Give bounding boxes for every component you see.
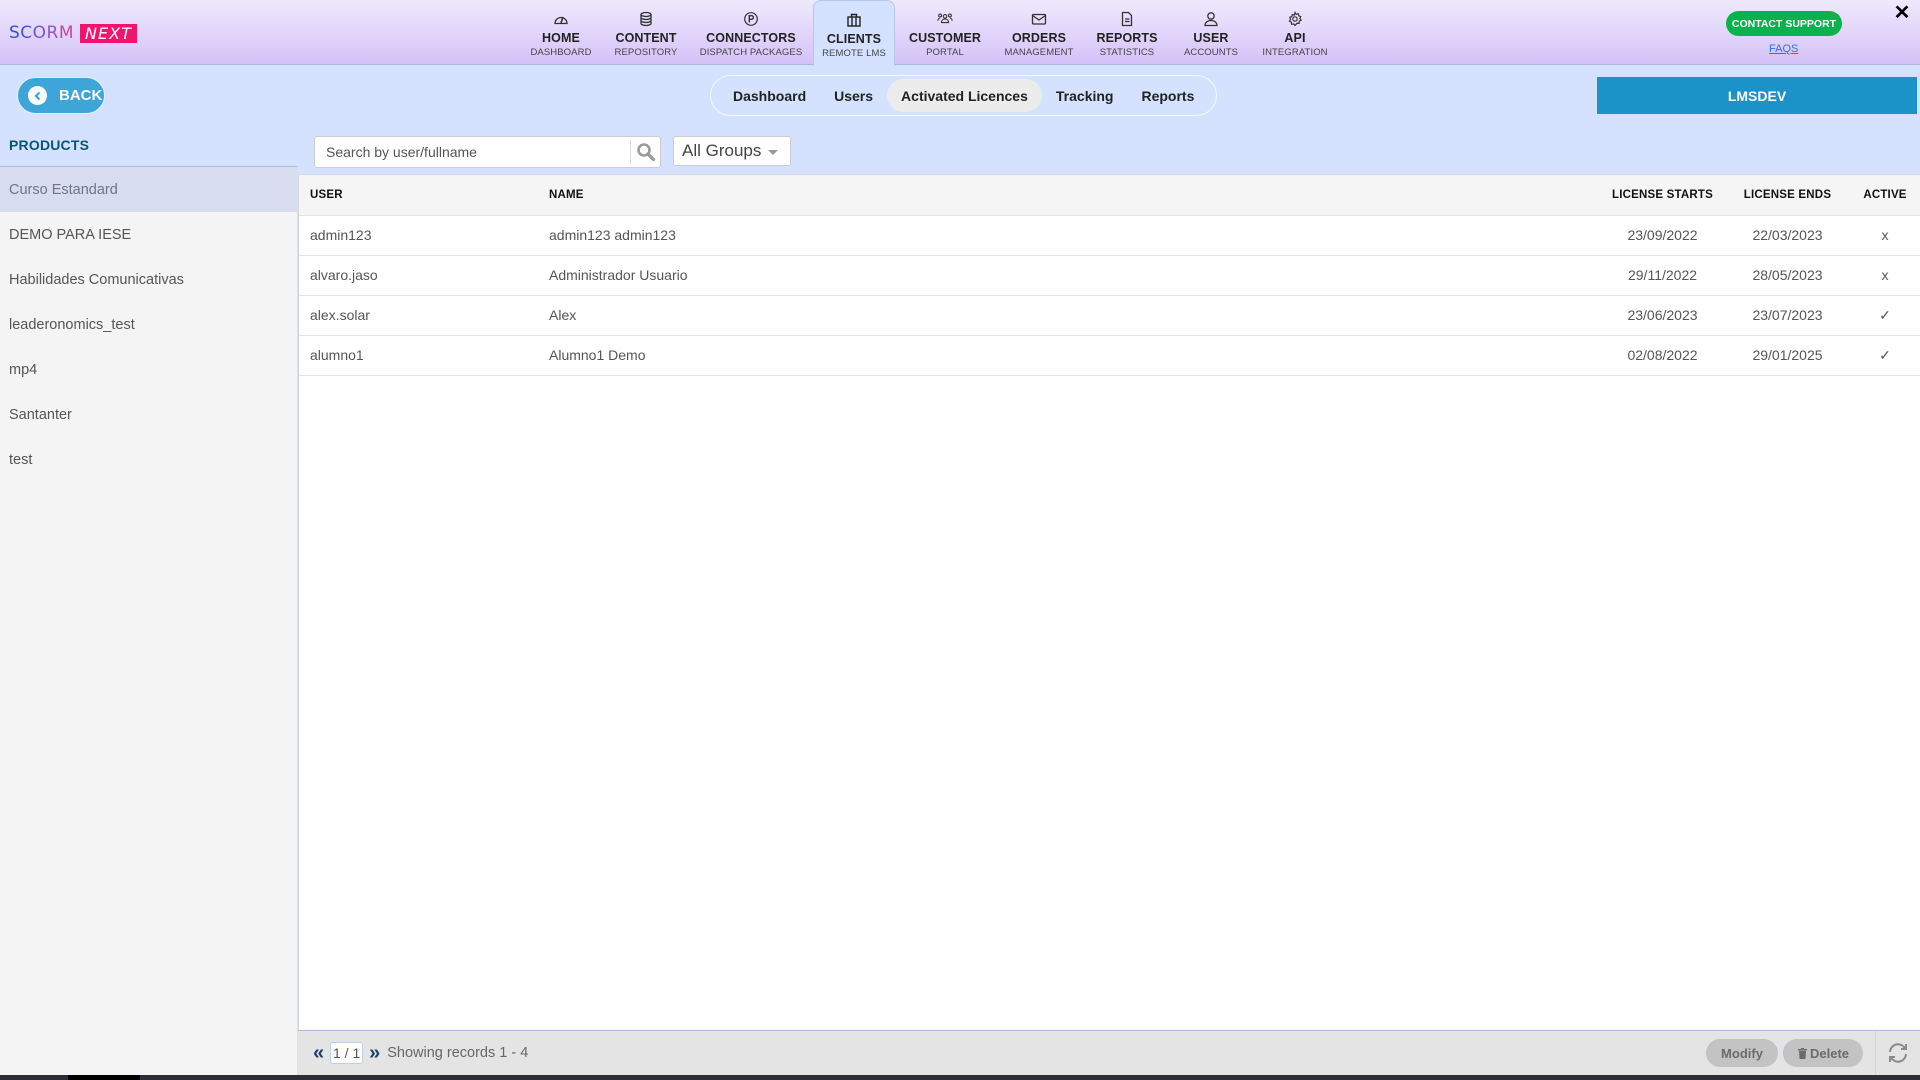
- table-footer: « 1 / 1 » Showing records 1 - 4 Modify D…: [298, 1030, 1920, 1076]
- product-item[interactable]: Habilidades Comunicativas: [0, 257, 297, 302]
- search-input[interactable]: [315, 137, 630, 167]
- user-icon: [1202, 10, 1220, 28]
- briefcase-icon: [845, 11, 863, 29]
- logo-secondary: NEXT: [80, 23, 137, 43]
- cell-license-starts: 23/06/2023: [1600, 295, 1725, 336]
- product-item[interactable]: leaderonomics_test: [0, 302, 297, 347]
- gauge-icon: [552, 10, 570, 28]
- main-nav: HOME DASHBOARD CONTENT REPOSITORY CONNEC…: [519, 0, 1339, 66]
- cell-name: Alumno1 Demo: [549, 335, 1600, 376]
- nav-item-reports[interactable]: REPORTS STATISTICS: [1083, 0, 1171, 65]
- licences-table: USER NAME LICENSE STARTS LICENSE ENDS AC…: [299, 175, 1920, 376]
- cell-name: Alex: [549, 295, 1600, 336]
- modify-button[interactable]: Modify: [1706, 1039, 1778, 1067]
- tab-activated-licences[interactable]: Activated Licences: [887, 79, 1042, 112]
- chevron-left-icon: [28, 86, 47, 105]
- nav-item-clients[interactable]: CLIENTS REMOTE LMS: [813, 0, 895, 66]
- product-item[interactable]: Santanter: [0, 392, 297, 437]
- group-filter-value: All Groups: [682, 141, 762, 160]
- col-user[interactable]: USER: [299, 175, 549, 216]
- nav-item-home[interactable]: HOME DASHBOARD: [519, 0, 603, 65]
- trash-icon: [1797, 1047, 1807, 1059]
- delete-label: Delete: [1809, 1045, 1850, 1061]
- nav-item-customer[interactable]: CUSTOMER PORTAL: [895, 0, 995, 65]
- top-header: SCORM NEXT HOME DASHBOARD CONTENT REPOSI…: [0, 0, 1920, 66]
- product-item[interactable]: Curso Estandard: [0, 167, 297, 212]
- contact-support-button[interactable]: CONTACT SUPPORT: [1726, 11, 1842, 36]
- cell-license-starts: 23/09/2022: [1600, 215, 1725, 256]
- cell-user: alex.solar: [299, 295, 549, 336]
- close-icon[interactable]: ✕: [1892, 2, 1912, 24]
- col-license-ends[interactable]: LICENSE ENDS: [1725, 175, 1850, 216]
- back-button[interactable]: BACK: [17, 77, 105, 114]
- cell-user: alumno1: [299, 335, 549, 376]
- document-icon: [1118, 10, 1136, 28]
- app-logo[interactable]: SCORM NEXT: [9, 23, 137, 43]
- search-box: [314, 136, 661, 168]
- caret-down-icon: [768, 150, 779, 155]
- back-label: BACK: [59, 87, 103, 104]
- cell-license-ends: 29/01/2025: [1725, 335, 1850, 376]
- client-subtabs: Dashboard Users Activated Licences Track…: [710, 75, 1218, 116]
- cell-license-starts: 02/08/2022: [1600, 335, 1725, 376]
- nav-item-content[interactable]: CONTENT REPOSITORY: [603, 0, 689, 65]
- table-row[interactable]: admin123 admin123 admin123 23/09/2022 22…: [299, 215, 1920, 256]
- cell-active: x: [1850, 255, 1920, 296]
- tab-dashboard[interactable]: Dashboard: [719, 79, 820, 112]
- table-header-row: USER NAME LICENSE STARTS LICENSE ENDS AC…: [299, 175, 1920, 216]
- bottom-bar-segment: [68, 1075, 140, 1080]
- tab-reports[interactable]: Reports: [1127, 79, 1208, 112]
- nav-item-orders[interactable]: ORDERS MANAGEMENT: [995, 0, 1083, 65]
- last-page-button[interactable]: »: [366, 1042, 383, 1065]
- cell-name: admin123 admin123: [549, 215, 1600, 256]
- nav-item-connectors[interactable]: CONNECTORS DISPATCH PACKAGES: [689, 0, 813, 65]
- users-icon: [936, 10, 954, 28]
- first-page-button[interactable]: «: [310, 1042, 327, 1065]
- products-heading: PRODUCTS: [9, 137, 90, 153]
- product-item[interactable]: test: [0, 437, 297, 482]
- col-active[interactable]: ACTIVE: [1850, 175, 1920, 216]
- product-item[interactable]: mp4: [0, 347, 297, 392]
- nav-item-user[interactable]: USER ACCOUNTS: [1171, 0, 1251, 65]
- bottom-bar: [0, 1075, 1920, 1080]
- page-indicator[interactable]: 1 / 1: [330, 1042, 364, 1064]
- records-summary: Showing records 1 - 4: [387, 1045, 529, 1061]
- product-item[interactable]: DEMO PARA IESE: [0, 212, 297, 257]
- cell-active: ✓: [1850, 295, 1920, 336]
- refresh-icon[interactable]: [1875, 1030, 1920, 1076]
- cell-license-starts: 29/11/2022: [1600, 255, 1725, 296]
- cell-active: x: [1850, 215, 1920, 256]
- client-name-banner: LMSDEV: [1597, 77, 1917, 114]
- licences-table-container: USER NAME LICENSE STARTS LICENSE ENDS AC…: [298, 174, 1920, 1030]
- table-row[interactable]: alex.solar Alex 23/06/2023 23/07/2023 ✓: [299, 295, 1920, 336]
- delete-button[interactable]: Delete: [1783, 1039, 1863, 1067]
- p-circle-icon: [742, 10, 760, 28]
- col-license-starts[interactable]: LICENSE STARTS: [1600, 175, 1725, 216]
- tab-tracking[interactable]: Tracking: [1042, 79, 1128, 112]
- tab-users[interactable]: Users: [820, 79, 887, 112]
- group-filter-select[interactable]: All Groups: [673, 136, 791, 166]
- database-icon: [637, 10, 655, 28]
- cell-name: Administrador Usuario: [549, 255, 1600, 296]
- faqs-link[interactable]: FAQS: [1769, 43, 1798, 55]
- table-row[interactable]: alumno1 Alumno1 Demo 02/08/2022 29/01/20…: [299, 335, 1920, 376]
- cell-user: admin123: [299, 215, 549, 256]
- cell-license-ends: 28/05/2023: [1725, 255, 1850, 296]
- cell-license-ends: 23/07/2023: [1725, 295, 1850, 336]
- products-sidebar: Curso Estandard DEMO PARA IESE Habilidad…: [0, 166, 298, 1080]
- col-name[interactable]: NAME: [549, 175, 1600, 216]
- nav-item-api[interactable]: API INTEGRATION: [1251, 0, 1339, 65]
- envelope-icon: [1030, 10, 1048, 28]
- cell-active: ✓: [1850, 335, 1920, 376]
- footer-actions: Modify Delete: [1706, 1030, 1920, 1076]
- table-row[interactable]: alvaro.jaso Administrador Usuario 29/11/…: [299, 255, 1920, 296]
- cell-user: alvaro.jaso: [299, 255, 549, 296]
- gear-icon: [1286, 10, 1304, 28]
- logo-primary: SCORM: [9, 23, 75, 43]
- cell-license-ends: 22/03/2023: [1725, 215, 1850, 256]
- search-icon[interactable]: [630, 140, 660, 164]
